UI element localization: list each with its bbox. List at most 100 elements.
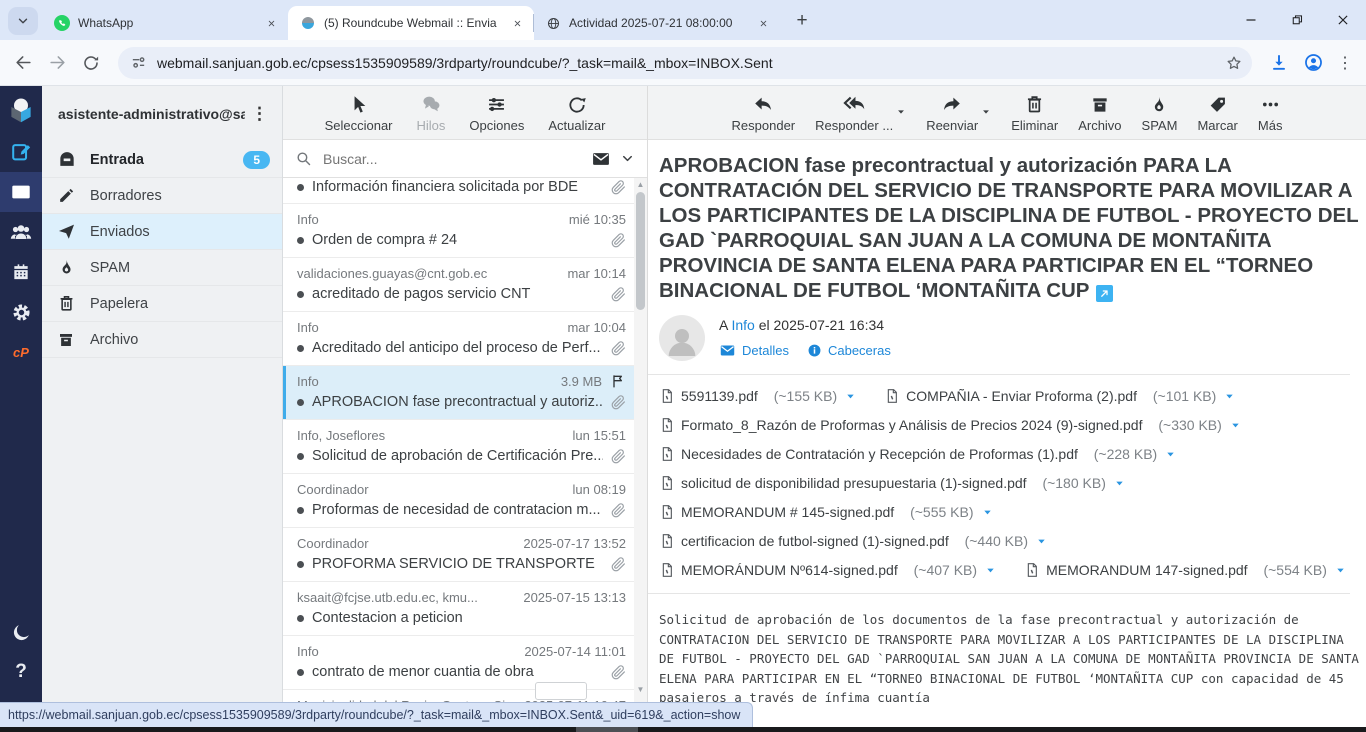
options-button[interactable]: Opciones	[469, 94, 524, 133]
tab-roundcube[interactable]: (5) Roundcube Webmail :: Envia	[288, 6, 534, 40]
threads-button[interactable]: Hilos	[417, 93, 446, 133]
flame-icon	[57, 258, 77, 277]
attachment-item[interactable]: MEMORANDUM # 145-signed.pdf (~555 KB)	[659, 504, 993, 520]
mail-nav-button[interactable]	[0, 172, 42, 212]
attachment-item[interactable]: COMPAÑIA - Enviar Proforma (2).pdf (~101…	[884, 388, 1235, 404]
attachment-item[interactable]: Formato_8_Razón de Proformas y Análisis …	[659, 417, 1241, 433]
attachment-icon	[611, 557, 626, 572]
new-tab-button[interactable]: +	[788, 7, 816, 35]
refresh-button[interactable]: Actualizar	[548, 95, 605, 133]
dark-mode-toggle[interactable]	[0, 612, 42, 652]
attachment-menu-icon[interactable]	[1036, 536, 1047, 547]
message-row[interactable]: Coordinadorlun 08:19 Proformas de necesi…	[283, 474, 634, 528]
tab-whatsapp[interactable]: WhatsApp	[42, 6, 288, 40]
message-sender: Info	[297, 374, 555, 389]
attachment-item[interactable]: 5591139.pdf (~155 KB)	[659, 388, 856, 404]
sender-avatar	[659, 315, 705, 361]
tab-search-button[interactable]	[8, 7, 38, 35]
attachment-menu-icon[interactable]	[1230, 420, 1241, 431]
site-settings-icon[interactable]	[130, 54, 147, 71]
address-bar[interactable]: webmail.sanjuan.gob.ec/cpsess1535909589/…	[118, 47, 1252, 79]
search-scope-envelope-icon[interactable]	[591, 149, 611, 169]
tab-close-icon[interactable]	[754, 14, 772, 32]
attachment-menu-icon[interactable]	[1165, 449, 1176, 460]
search-input[interactable]	[321, 150, 582, 168]
compose-button[interactable]	[0, 132, 42, 172]
account-menu-button[interactable]: ⋮	[245, 104, 274, 124]
message-row-selected[interactable]: Info3.9 MB APROBACION fase precontractua…	[283, 366, 634, 420]
select-button[interactable]: Seleccionar	[325, 94, 393, 133]
sidebar-item-archivo[interactable]: Archivo	[42, 322, 282, 358]
sidebar-item-enviados[interactable]: Enviados	[42, 214, 282, 250]
tab-close-icon[interactable]	[508, 14, 526, 32]
bookmark-star-icon[interactable]	[1220, 49, 1248, 77]
attachment-menu-icon[interactable]	[982, 507, 993, 518]
message-row[interactable]: Coordinador2025-07-17 13:52 PROFORMA SER…	[283, 528, 634, 582]
message-row[interactable]: Info, Josefloreslun 15:51 Solicitud de a…	[283, 420, 634, 474]
message-row[interactable]: Infomar 10:04 Acreditado del anticipo de…	[283, 312, 634, 366]
message-subject: Solicitud de aprobación de Certificación…	[312, 448, 603, 464]
message-sender: Coordinador	[297, 536, 517, 551]
reply-button[interactable]: Responder	[732, 93, 796, 133]
open-in-new-window-icon[interactable]	[1096, 285, 1113, 302]
sidebar-item-spam[interactable]: SPAM	[42, 250, 282, 286]
profile-button[interactable]	[1296, 46, 1330, 80]
attachment-menu-icon[interactable]	[985, 565, 996, 576]
scroll-down-icon[interactable]: ▼	[634, 685, 647, 694]
settings-nav-button[interactable]	[0, 292, 42, 332]
attachment-menu-icon[interactable]	[845, 391, 856, 402]
message-subject: Información financiera solicitada por BD…	[312, 179, 603, 195]
list-scrollbar[interactable]: ▲ ▼	[634, 178, 647, 732]
delete-button[interactable]: Eliminar	[1011, 94, 1058, 133]
archive-button[interactable]: Archivo	[1078, 95, 1121, 133]
attachment-menu-icon[interactable]	[1114, 478, 1125, 489]
forward-button[interactable]: Reenviar	[926, 93, 978, 133]
forward-button[interactable]	[40, 46, 74, 80]
close-button[interactable]	[1320, 0, 1366, 40]
message-row[interactable]: validaciones.guayas@cnt.gob.ecmar 10:14 …	[283, 258, 634, 312]
message-row[interactable]: Información financiera solicitada por BD…	[283, 178, 634, 204]
unread-dot	[297, 345, 304, 352]
list-page-control[interactable]	[535, 682, 587, 700]
tab-actividad[interactable]: Actividad 2025-07-21 08:00:00	[534, 6, 780, 40]
calendar-nav-button[interactable]	[0, 252, 42, 292]
help-button[interactable]: ?	[0, 652, 42, 692]
more-button[interactable]: Más	[1258, 94, 1283, 133]
cpanel-button[interactable]: cP	[0, 332, 42, 372]
message-sender: validaciones.guayas@cnt.gob.ec	[297, 266, 561, 281]
message-row[interactable]: ksaait@fcjse.utb.edu.ec, kmu...2025-07-1…	[283, 582, 634, 636]
spam-button[interactable]: SPAM	[1142, 95, 1178, 133]
attachment-item[interactable]: solicitud de disponibilidad presupuestar…	[659, 475, 1125, 491]
sidebar-item-borradores[interactable]: Borradores	[42, 178, 282, 214]
browser-menu-button[interactable]: ⋮	[1330, 46, 1360, 80]
scrollbar-thumb[interactable]	[636, 192, 645, 310]
attachment-menu-icon[interactable]	[1224, 391, 1235, 402]
scroll-up-icon[interactable]: ▲	[634, 180, 647, 189]
search-options-chevron-icon[interactable]	[620, 151, 635, 166]
reload-button[interactable]	[74, 46, 108, 80]
attachment-item[interactable]: MEMORÁNDUM Nº614-signed.pdf (~407 KB)	[659, 562, 996, 578]
reply-all-button[interactable]: Responder ...	[815, 92, 893, 133]
contacts-nav-button[interactable]	[0, 212, 42, 252]
flag-icon[interactable]	[610, 373, 626, 389]
attachment-menu-icon[interactable]	[1335, 565, 1346, 576]
tab-close-icon[interactable]	[262, 14, 280, 32]
attachment-item[interactable]: MEMORANDUM 147-signed.pdf (~554 KB)	[1024, 562, 1346, 578]
attachment-item[interactable]: Necesidades de Contratación y Recepción …	[659, 446, 1176, 462]
message-row[interactable]: Infomié 10:35 Orden de compra # 24	[283, 204, 634, 258]
minimize-button[interactable]	[1228, 0, 1274, 40]
reply-all-dropdown-icon[interactable]	[896, 107, 906, 117]
maximize-button[interactable]	[1274, 0, 1320, 40]
paper-plane-icon	[57, 222, 77, 241]
sidebar-item-entrada[interactable]: Entrada 5	[42, 142, 282, 178]
mark-button[interactable]: Marcar	[1197, 95, 1237, 133]
forward-dropdown-icon[interactable]	[981, 107, 991, 117]
back-button[interactable]	[6, 46, 40, 80]
url-text[interactable]: webmail.sanjuan.gob.ec/cpsess1535909589/…	[157, 55, 1220, 71]
recipient-link[interactable]: Info	[731, 317, 754, 333]
headers-link[interactable]: Cabeceras	[807, 343, 891, 358]
attachment-item[interactable]: certificacion de futbol-signed (1)-signe…	[659, 533, 1047, 549]
details-link[interactable]: Detalles	[719, 342, 789, 359]
downloads-button[interactable]	[1262, 46, 1296, 80]
sidebar-item-papelera[interactable]: Papelera	[42, 286, 282, 322]
